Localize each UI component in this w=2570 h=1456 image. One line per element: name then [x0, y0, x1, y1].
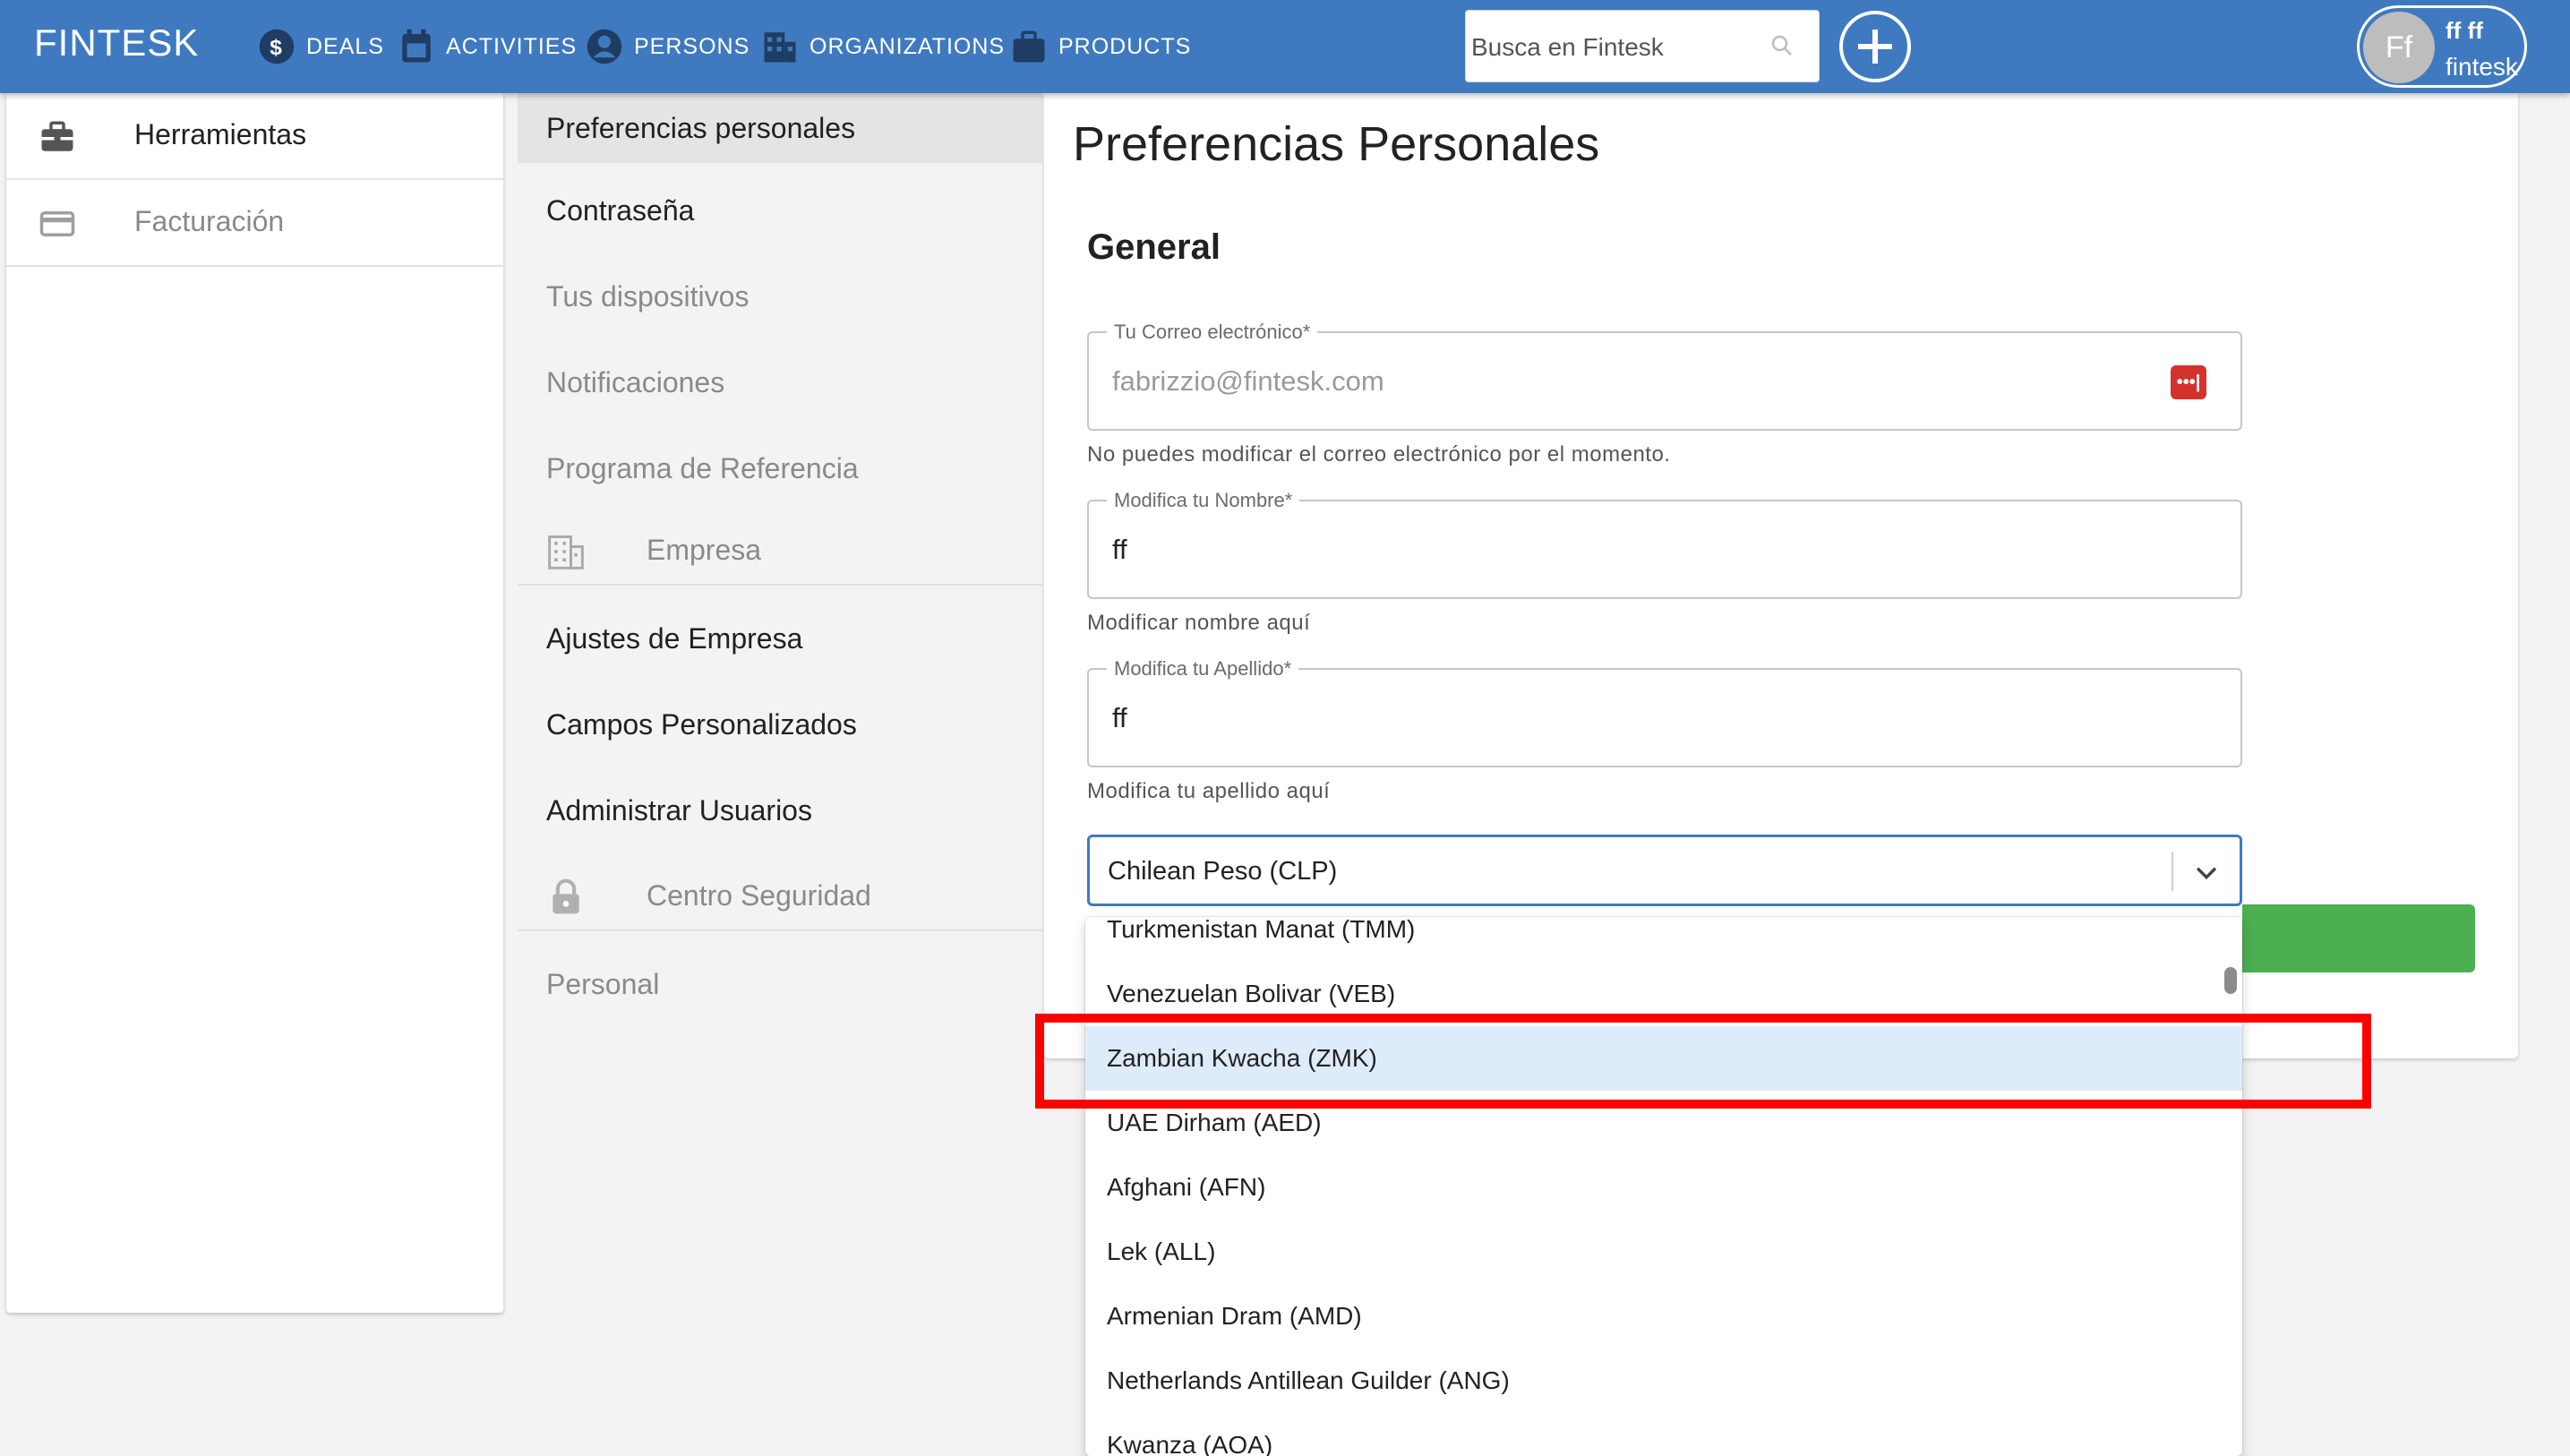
first-name-field: Modifica tu Nombre* [1087, 489, 2242, 599]
dropdown-scrollbar[interactable] [2224, 967, 2237, 994]
nav-activities-label: ACTIVITIES [446, 33, 578, 59]
preferences-card: Preferencias Personales General Tu Corre… [1044, 93, 2518, 1058]
currency-selected-value: Chilean Peso (CLP) [1108, 857, 1338, 886]
svg-text:$: $ [270, 36, 283, 60]
menu-header-seguridad: Centro Seguridad [518, 860, 1042, 931]
select-separator [2172, 852, 2173, 891]
email-field: Tu Correo electrónico* •••| [1087, 321, 2242, 431]
menu-item-dispositivos[interactable]: Tus dispositivos [518, 261, 1042, 331]
dropdown-option[interactable]: Turkmenistan Manat (TMM) [1085, 917, 2242, 962]
dropdown-option[interactable]: Armenian Dram (AMD) [1085, 1284, 2242, 1349]
building-icon [764, 32, 796, 63]
sidebar-item-label: Facturación [134, 205, 285, 237]
last-name-field: Modifica tu Apellido* [1087, 657, 2242, 767]
nav-persons-label: PERSONS [634, 33, 750, 59]
sidebar-item-herramientas[interactable]: Herramientas [6, 93, 503, 180]
dropdown-option-highlighted[interactable]: Zambian Kwacha (ZMK) [1085, 1026, 2242, 1091]
section-title: General [1087, 227, 1221, 267]
toolbox-icon [41, 121, 73, 151]
dropdown-option[interactable]: UAE Dirham (AED) [1085, 1091, 2242, 1155]
email-input[interactable] [1112, 333, 2169, 429]
menu-header-label: Centro Seguridad [647, 879, 871, 912]
menu-item-usuarios[interactable]: Administrar Usuarios [518, 775, 1042, 845]
save-button[interactable] [2242, 904, 2475, 972]
dropdown-option[interactable]: Lek (ALL) [1085, 1220, 2242, 1284]
menu-header-label: Empresa [647, 534, 762, 566]
menu-item-preferencias[interactable]: Preferencias personales [518, 93, 1042, 163]
credit-card-icon [39, 211, 75, 236]
lock-icon [553, 878, 579, 914]
nav-products[interactable]: PRODUCTS [1010, 25, 1191, 68]
last-name-input[interactable] [1112, 670, 2169, 766]
page-title: Preferencias Personales [1073, 117, 1600, 171]
person-icon [587, 29, 622, 64]
nav-activities[interactable]: ACTIVITIES [398, 25, 577, 68]
add-button[interactable] [1839, 11, 1911, 82]
menu-item-contrasena[interactable]: Contraseña [518, 176, 1042, 245]
currency-select[interactable]: Chilean Peso (CLP) [1087, 835, 2242, 906]
nav-organizations-label: ORGANIZATIONS [810, 33, 1006, 59]
top-navigation-bar: FINTESK $ DEALS ACTIVITIES PERSONS ORGAN… [0, 0, 2570, 93]
dropdown-option[interactable]: Kwanza (AOA) [1085, 1413, 2242, 1456]
last-name-helper: Modifica tu apellido aquí [1087, 779, 1331, 803]
first-name-input[interactable] [1112, 501, 2169, 597]
password-manager-icon[interactable]: •••| [2171, 365, 2206, 399]
search-box [1465, 10, 1820, 83]
settings-sidebar: Herramientas Facturación [6, 93, 503, 1313]
menu-item-ajustes-empresa[interactable]: Ajustes de Empresa [518, 604, 1042, 673]
menu-header-empresa: Empresa [518, 514, 1042, 586]
brand-logo[interactable]: FINTESK [34, 21, 199, 64]
dollar-icon: $ [259, 29, 295, 64]
sidebar-item-label: Herramientas [134, 118, 307, 150]
sidebar-item-facturacion[interactable]: Facturación [6, 180, 503, 267]
avatar: Ff [2363, 12, 2435, 83]
email-helper: No puedes modificar el correo electrónic… [1087, 442, 1671, 467]
user-org: fintesk [2446, 53, 2518, 81]
first-name-helper: Modificar nombre aquí [1087, 611, 1311, 635]
dropdown-option[interactable]: Netherlands Antillean Guilder (ANG) [1085, 1349, 2242, 1413]
nav-persons[interactable]: PERSONS [586, 25, 750, 68]
chevron-down-icon[interactable] [2191, 857, 2222, 887]
menu-item-referencia[interactable]: Programa de Referencia [518, 433, 1042, 503]
user-name: ff ff [2446, 17, 2483, 44]
menu-item-notificaciones[interactable]: Notificaciones [518, 347, 1042, 417]
building-icon [548, 535, 584, 570]
dropdown-option[interactable]: Venezuelan Bolivar (VEB) [1085, 962, 2242, 1026]
menu-item-campos[interactable]: Campos Personalizados [518, 689, 1042, 759]
dropdown-option[interactable]: Afghani (AFN) [1085, 1155, 2242, 1220]
calendar-icon [402, 29, 431, 63]
nav-products-label: PRODUCTS [1058, 33, 1192, 59]
user-menu[interactable]: Ff ff ff fintesk [2357, 5, 2527, 88]
nav-deals[interactable]: $ DEALS [258, 25, 384, 68]
menu-item-personal[interactable]: Personal [518, 949, 1042, 1019]
currency-dropdown-list[interactable]: Turkmenistan Manat (TMM) Venezuelan Boli… [1085, 917, 2242, 1456]
nav-organizations[interactable]: ORGANIZATIONS [761, 25, 1005, 68]
nav-deals-label: DEALS [306, 33, 384, 59]
search-input[interactable] [1466, 11, 1761, 83]
search-icon[interactable] [1769, 32, 1795, 59]
briefcase-icon [1013, 30, 1045, 63]
